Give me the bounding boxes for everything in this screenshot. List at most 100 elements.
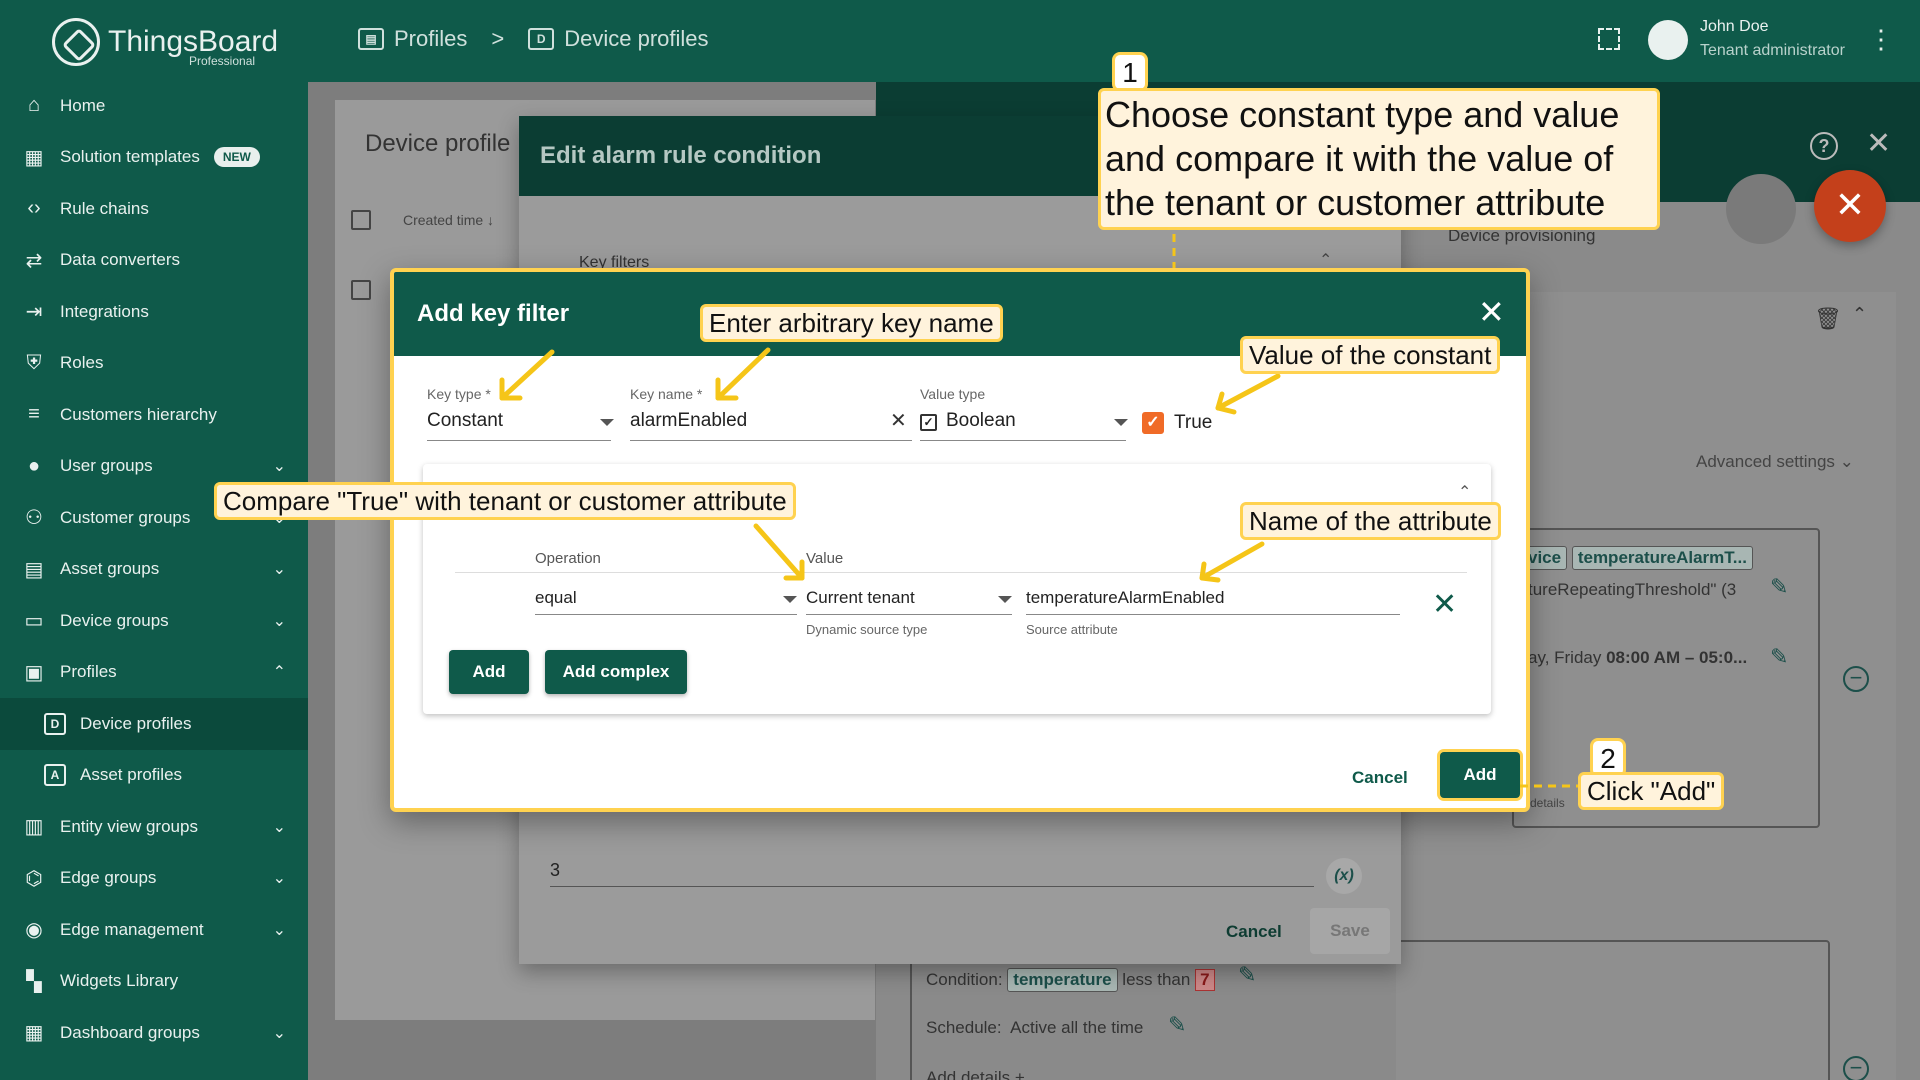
schedule-time: 08:00 AM – 05:0... <box>1606 648 1748 667</box>
edit-icon[interactable]: ✎ <box>1238 962 1256 988</box>
sidebar-item-rule-chains[interactable]: ‹› Rule chains <box>0 183 308 235</box>
device-profile-icon: D <box>44 712 66 735</box>
plus-icon: + <box>1014 1068 1025 1080</box>
condition-duration-value[interactable]: 3 <box>550 860 560 881</box>
created-time-header[interactable]: Created time ↓ <box>403 212 494 228</box>
remove-circle-icon[interactable]: − <box>1843 666 1869 692</box>
cancel-button[interactable]: Cancel <box>1226 922 1282 942</box>
sidebar-item-widgets-library[interactable]: ▚ Widgets Library <box>0 956 308 1008</box>
sidebar-item-device-groups[interactable]: ▭ Device groups ⌄ <box>0 595 308 647</box>
save-button[interactable]: Save <box>1310 908 1390 954</box>
dropdown-arrow-icon[interactable] <box>998 596 1012 603</box>
devices-icon: ▭ <box>24 610 44 633</box>
sidebar-item-integrations[interactable]: ⇥ Integrations <box>0 286 308 338</box>
sidebar-item-label: Asset profiles <box>80 765 183 785</box>
sidebar-item-label: Data converters <box>60 250 180 270</box>
chevron-up-icon[interactable]: ⌃ <box>1319 250 1332 270</box>
chevron-down-icon[interactable]: ⌄ <box>273 611 286 631</box>
chevron-down-icon[interactable]: ⌄ <box>273 1023 286 1043</box>
add-button[interactable]: Add <box>1440 752 1520 798</box>
chevron-down-icon[interactable]: ⌄ <box>273 817 286 837</box>
router-icon: ⌬ <box>25 867 43 890</box>
breadcrumb: ▤ Profiles > D Device profiles <box>358 26 709 52</box>
sidebar-item-entity-view-groups[interactable]: ▥ Entity view groups ⌄ <box>0 801 308 853</box>
logo[interactable]: ThingsBoard Professional <box>52 14 278 70</box>
select-all-checkbox[interactable] <box>351 210 371 230</box>
edit-icon[interactable]: ✎ <box>1770 644 1788 670</box>
more-vert-icon[interactable]: ⋮ <box>1868 24 1894 55</box>
row-checkbox[interactable] <box>351 280 371 300</box>
condition-label: Condition: <box>926 970 1003 989</box>
sidebar-item-asset-groups[interactable]: ▤ Asset groups ⌄ <box>0 544 308 596</box>
key-type-select[interactable]: Constant <box>427 410 503 432</box>
sort-icon: ≡ <box>28 403 40 426</box>
chevron-down-icon[interactable]: ⌄ <box>273 868 286 888</box>
shield-icon: ⛨ <box>26 351 42 374</box>
user-role: Tenant administrator <box>1700 42 1845 59</box>
alarm-condition-text: tureRepeatingThreshold" (3 <box>1528 580 1737 599</box>
chevron-up-icon[interactable]: ⌃ <box>273 662 286 682</box>
dropdown-arrow-icon[interactable] <box>783 596 797 603</box>
chevron-up-icon[interactable]: ⌃ <box>1458 482 1471 502</box>
edit-icon[interactable]: ✎ <box>1168 1012 1186 1038</box>
sidebar-item-dashboard-groups[interactable]: ▦ Dashboard groups ⌄ <box>0 1007 308 1059</box>
avatar[interactable] <box>1648 20 1688 60</box>
sidebar-item-label: Asset groups <box>60 559 160 579</box>
delete-icon[interactable]: 🗑 <box>1814 306 1842 332</box>
cancel-button[interactable]: Cancel <box>1352 768 1408 788</box>
add-filter-button[interactable]: Add <box>449 650 529 694</box>
sidebar-item-roles[interactable]: ⛨ Roles <box>0 338 308 390</box>
constant-value-checkbox[interactable]: ✓ <box>1142 412 1164 434</box>
sidebar-item-label: Home <box>60 95 106 115</box>
edit-icon[interactable]: ✎ <box>1770 574 1788 600</box>
sidebar: ThingsBoard Professional ⌂ Home ▦ Solution … <box>0 0 308 1080</box>
close-icon[interactable]: ✕ <box>1866 126 1891 161</box>
user-name[interactable]: John Doe <box>1700 18 1769 36</box>
breadcrumb-profiles[interactable]: Profiles <box>394 26 467 52</box>
sidebar-item-device-profiles[interactable]: D Device profiles <box>0 698 308 750</box>
value-type-select[interactable]: Boolean <box>946 410 1016 432</box>
advanced-settings-toggle[interactable]: Advanced settings ⌄ <box>1696 452 1854 472</box>
sidebar-item-home[interactable]: ⌂ Home <box>0 80 308 132</box>
details-hint: details <box>1530 796 1565 810</box>
sidebar-item-label: Edge groups <box>60 868 157 888</box>
chevron-down-icon[interactable]: ⌄ <box>273 559 286 579</box>
sidebar-item-customers-hierarchy[interactable]: ≡ Customers hierarchy <box>0 389 308 441</box>
sidebar-item-edge-management[interactable]: ◉ Edge management ⌄ <box>0 904 308 956</box>
add-details-link[interactable]: Add details + <box>926 1068 1025 1080</box>
sidebar-item-label: Device groups <box>60 610 169 630</box>
dropdown-arrow-icon[interactable] <box>600 419 614 426</box>
dropdown-arrow-icon[interactable] <box>1114 419 1128 426</box>
remove-circle-icon[interactable]: − <box>1843 1056 1869 1080</box>
sidebar-item-solution-templates[interactable]: ▦ Solution templates NEW <box>0 132 308 184</box>
chevron-up-icon[interactable]: ⌃ <box>1852 304 1867 325</box>
chevron-down-icon[interactable]: ⌄ <box>273 920 286 940</box>
chevron-down-icon[interactable]: ⌄ <box>273 456 286 476</box>
logo-sub: Professional <box>189 54 256 68</box>
constant-value-label: True <box>1174 412 1213 433</box>
sidebar-item-data-converters[interactable]: ⇄ Data converters <box>0 235 308 287</box>
schedule-days: ay, Friday <box>1528 648 1607 667</box>
close-icon[interactable]: ✕ <box>1478 296 1505 328</box>
grid-icon: ▦ <box>24 146 44 169</box>
sidebar-item-asset-profiles[interactable]: A Asset profiles <box>0 750 308 802</box>
dynamic-source-select[interactable]: Current tenant <box>806 588 915 608</box>
sidebar-item-label: Roles <box>60 353 104 373</box>
condition-key-chip: temperature <box>1007 968 1118 992</box>
sidebar-item-edge-groups[interactable]: ⌬ Edge groups ⌄ <box>0 853 308 905</box>
source-attribute-input[interactable]: temperatureAlarmEnabled <box>1026 588 1224 608</box>
add-complex-button[interactable]: Add complex <box>545 650 687 694</box>
discard-changes-button[interactable]: ✕ <box>1814 170 1886 242</box>
checkbox-type-icon: ✓ <box>920 414 937 431</box>
condition-chip: temperatureAlarmT... <box>1571 546 1753 570</box>
step-1-badge: 1 <box>1112 52 1148 92</box>
remove-filter-icon[interactable]: ✕ <box>1432 590 1457 620</box>
operation-select[interactable]: equal <box>535 588 577 608</box>
fullscreen-icon[interactable] <box>1598 28 1620 50</box>
key-name-input[interactable]: alarmEnabled <box>630 410 747 432</box>
apply-changes-button[interactable] <box>1726 174 1796 244</box>
dynamic-value-button[interactable]: (x) <box>1326 858 1362 894</box>
clear-icon[interactable]: ✕ <box>890 408 907 433</box>
sidebar-item-profiles[interactable]: ▣ Profiles ⌃ <box>0 647 308 699</box>
help-icon[interactable]: ? <box>1810 132 1838 160</box>
